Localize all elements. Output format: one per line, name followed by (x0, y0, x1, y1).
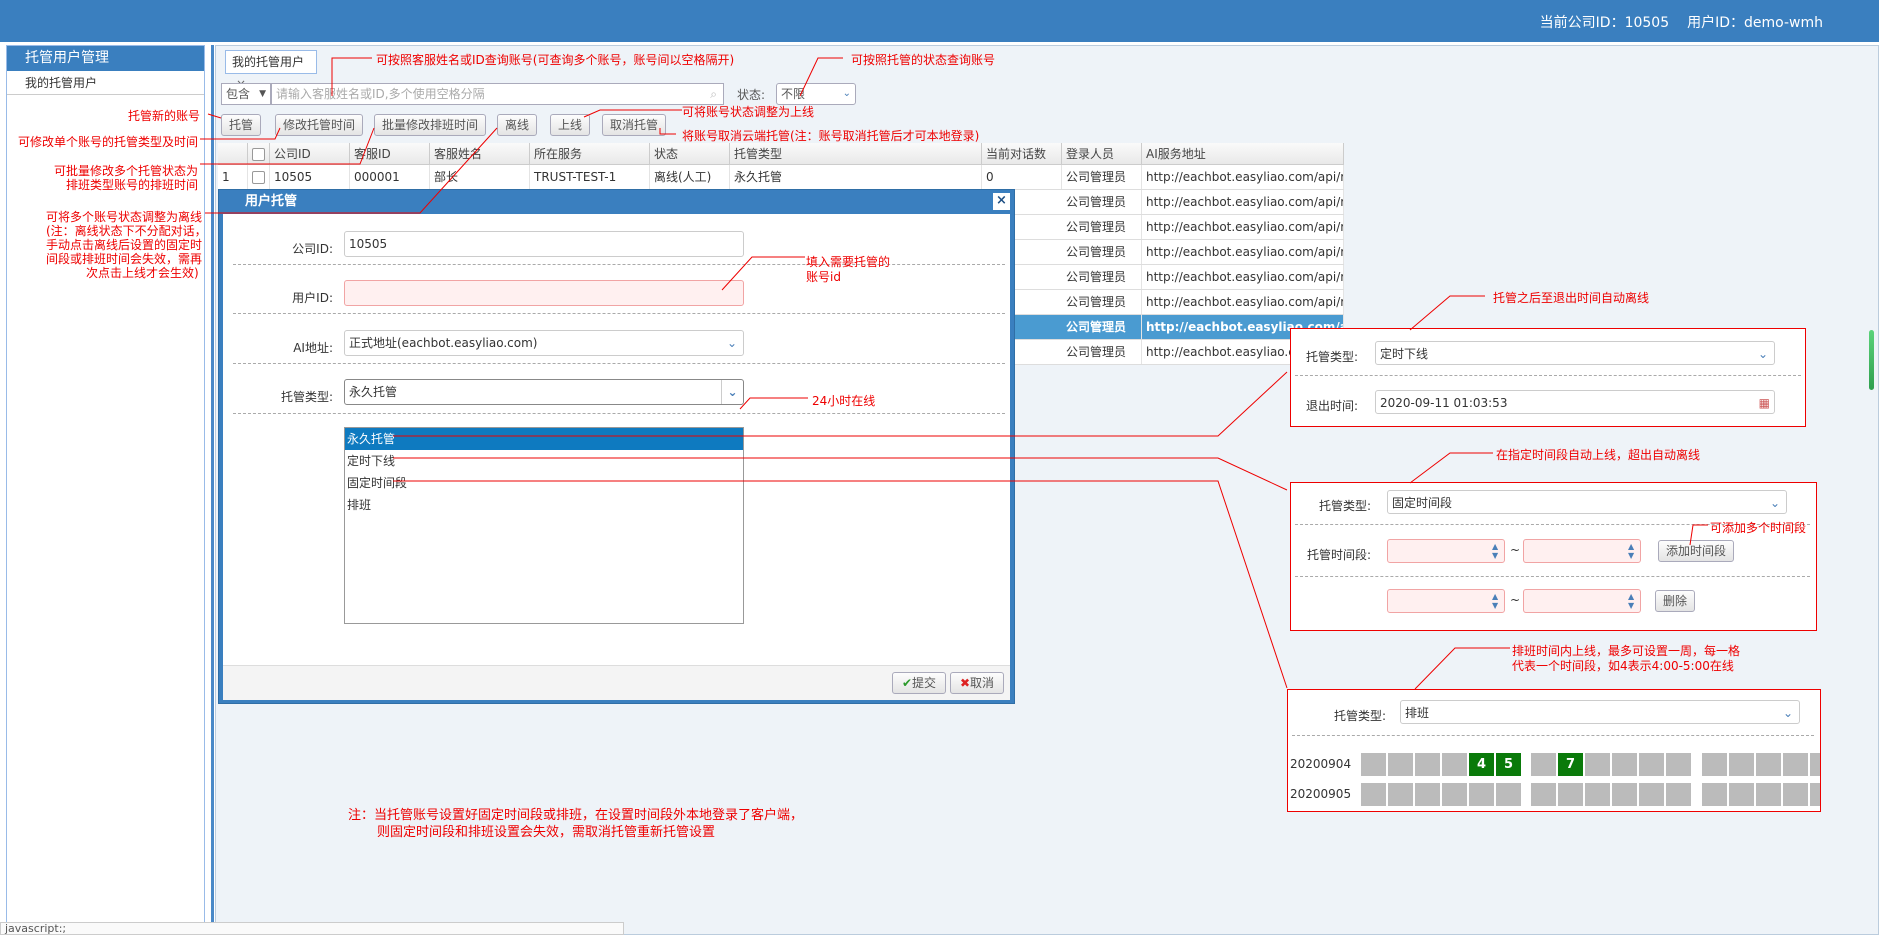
annotation-cancel: 将账号取消云端托管(注：账号取消托管后才可本地登录) (682, 129, 980, 143)
annotation-trust: 托管新的账号 (128, 109, 201, 123)
status-bar: javascript:; (0, 922, 624, 935)
annotation-modify: 可修改单个账号的托管类型及时间 (18, 135, 199, 149)
annotation-userid-2: 账号id (806, 270, 841, 284)
note-line-2: 则固定时间段和排班设置会失效，需取消托管重新托管设置 (377, 825, 716, 840)
annotation-add-more: 可添加多个时间段 (1710, 521, 1807, 535)
annotation-schedule-2: 代表一个时间段，如4表示4:00-5:00在线 (1512, 659, 1734, 673)
scrollbar-thumb[interactable] (1869, 330, 1874, 390)
annotation-offline-5: 次点击上线才会生效) (86, 266, 199, 280)
annotation-fixed: 在指定时间段自动上线，超出自动离线 (1496, 448, 1701, 462)
annotation-status: 可按照托管的状态查询账号 (851, 53, 996, 67)
annotation-timed: 托管之后至退出时间自动离线 (1493, 291, 1650, 305)
annotation-batch-2: 排班类型账号的排班时间 (66, 178, 199, 192)
annotation-search: 可按照客服姓名或ID查询账号(可查询多个账号，账号间以空格隔开) (376, 53, 735, 67)
annotation-24h: 24小时在线 (812, 394, 876, 408)
annotation-online: 可将账号状态调整为上线 (682, 105, 815, 119)
